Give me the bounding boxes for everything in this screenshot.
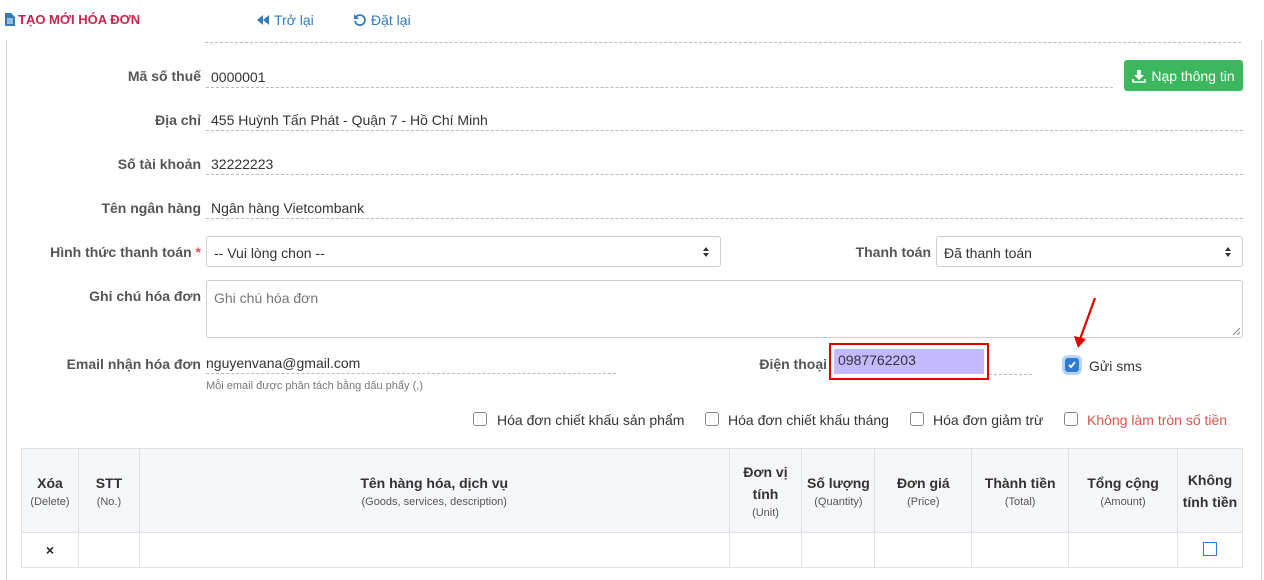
no-cell[interactable] [77,532,140,568]
payment-method-value: -- Vui lòng chon -- [214,245,325,261]
payment-method-label: Hình thức thanh toán * [20,244,201,260]
payment-status-label: Thanh toán [855,244,931,260]
top-bar: TẠO MỚI HÓA ĐƠN Trở lại Đặt lại [0,0,1264,40]
payment-status-select[interactable]: Đã thanh toán [936,236,1243,267]
reset-label: Đặt lại [371,12,411,28]
load-info-label: Nạp thông tin [1151,67,1235,84]
check-icon [1068,361,1076,369]
email-label: Email nhận hóa đơn [66,356,201,372]
phone-underline [989,352,1032,375]
reset-button[interactable]: Đặt lại [353,12,411,28]
file-icon [5,13,15,26]
address-label: Địa chỉ [155,112,201,128]
column-header-quantity: Số lượng (Quantity) [801,448,876,533]
option-checkbox-deduction[interactable] [910,412,924,426]
bank-name-label: Tên ngân hàng [101,200,201,216]
delete-row-icon[interactable]: × [46,542,54,558]
account-number-field[interactable]: 32222223 [206,153,1243,175]
unit-cell[interactable] [728,532,803,568]
table-row: × [21,532,1244,568]
option-label-no-rounding: Không làm tròn số tiền [1087,412,1228,428]
bank-name-field[interactable]: Ngân hàng Vietcombank [206,197,1243,219]
tax-code-label: Mã số thuế [127,68,201,84]
option-checkbox-product-discount[interactable] [473,412,487,426]
red-arrow-annotation [1074,297,1097,348]
total-cell[interactable] [971,532,1070,568]
account-number-label: Số tài khoản [117,156,201,172]
backward-icon [257,15,269,25]
sort-caret-icon [703,247,709,257]
send-sms-checkbox[interactable] [1065,358,1079,372]
delete-cell: × [21,532,79,568]
page-title: TẠO MỚI HÓA ĐƠN [4,12,140,27]
description-cell[interactable] [138,532,730,568]
option-checkbox-monthly-discount[interactable] [705,412,719,426]
phone-label: Điện thoại [759,356,827,372]
email-hint: Mỗi email được phân tách bằng dấu phẩy (… [206,380,423,392]
column-header-price: Đơn giá (Price) [874,448,973,533]
required-mark: * [195,244,201,260]
column-header-amount: Tổng cộng (Amount) [1068,448,1178,533]
column-header-unit: Đơn vị tính (Unit) [728,448,803,533]
page-title-text: TẠO MỚI HÓA ĐƠN [18,12,141,27]
price-cell[interactable] [874,532,973,568]
amount-cell[interactable] [1068,532,1178,568]
payment-method-select[interactable]: -- Vui lòng chon -- [206,236,721,267]
phone-field[interactable]: 0987762203 [834,349,984,374]
divider [205,42,1241,43]
column-header-delete: Xóa (Delete) [21,448,79,533]
sort-caret-icon [1225,247,1231,257]
column-header-no: STT (No.) [77,448,140,533]
load-info-button[interactable]: Nạp thông tin [1124,60,1243,91]
back-label: Trở lại [274,12,314,28]
quantity-cell[interactable] [801,532,876,568]
note-placeholder: Ghi chú hóa đơn [214,290,319,306]
download-icon [1132,69,1147,83]
free-cell [1176,532,1244,568]
send-sms-label: Gửi sms [1089,358,1142,374]
undo-icon [354,14,366,26]
back-button[interactable]: Trở lại [256,12,314,28]
resize-handle-icon[interactable] [1232,327,1240,335]
option-label-product-discount: Hóa đơn chiết khấu sản phẩm [497,412,685,428]
option-label-deduction: Hóa đơn giảm trừ [933,412,1044,428]
invoice-items-table: Xóa (Delete) STT (No.) Tên hàng hóa, dịch … [21,448,1244,568]
option-label-monthly-discount: Hóa đơn chiết khấu tháng [728,412,889,428]
tax-code-field[interactable]: 0000001 [206,66,1113,88]
payment-method-label-text: Hình thức thanh toán [50,244,192,260]
column-header-total: Thành tiền (Total) [971,448,1070,533]
column-header-free: Không tính tiền [1176,448,1244,533]
email-field[interactable]: nguyenvana@gmail.com [206,352,616,374]
address-field[interactable]: 455 Huỳnh Tấn Phát - Quận 7 - Hồ Chí Min… [206,109,1243,131]
free-checkbox[interactable] [1202,541,1217,556]
column-header-description: Tên hàng hóa, dịch vụ (Goods, services, d… [138,448,730,533]
payment-status-value: Đã thanh toán [944,245,1032,261]
option-checkbox-no-rounding[interactable] [1064,412,1078,426]
phone-highlight-box: 0987762203 [829,343,989,380]
note-label: Ghi chú hóa đơn [89,288,201,304]
